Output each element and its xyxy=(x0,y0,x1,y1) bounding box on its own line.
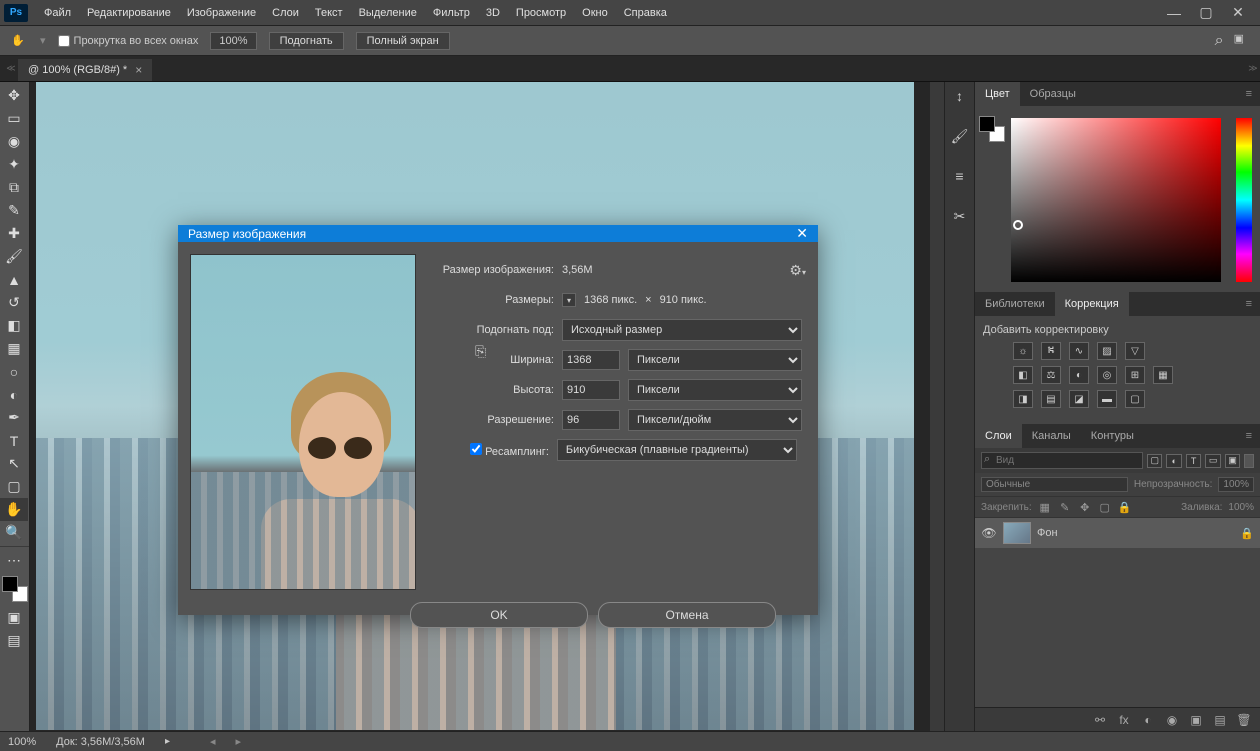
dims-width: 1368 пикс. xyxy=(584,294,637,306)
res-input[interactable] xyxy=(562,410,620,430)
height-unit-select[interactable]: Пиксели xyxy=(628,379,802,401)
dialog-body: Размер изображения: 3,56M ⚙▾ Размеры: ▾ … xyxy=(178,242,818,602)
resample-label: Ресамплинг: xyxy=(485,446,549,458)
link-wh-icon[interactable]: ⎘ xyxy=(475,343,486,360)
dialog-overlay: Размер изображения ✕ Размер изображения:… xyxy=(0,0,1260,751)
fit-select[interactable]: Исходный размер xyxy=(562,319,802,341)
size-label: Размер изображения: xyxy=(436,264,554,276)
dialog-buttons: OK Отмена xyxy=(178,602,818,640)
image-size-dialog: Размер изображения ✕ Размер изображения:… xyxy=(178,225,818,615)
resample-checkbox[interactable] xyxy=(470,443,482,455)
height-input[interactable] xyxy=(562,380,620,400)
height-label: Высота: xyxy=(436,384,554,396)
dims-x: × xyxy=(645,294,651,306)
dialog-title: Размер изображения xyxy=(188,227,306,241)
size-value: 3,56M xyxy=(562,264,593,276)
res-label: Разрешение: xyxy=(436,414,554,426)
foreground-color[interactable] xyxy=(2,576,18,592)
dialog-close-button[interactable]: ✕ xyxy=(796,225,808,242)
resample-wrap: Ресамплинг: xyxy=(436,443,549,458)
ok-button[interactable]: OK xyxy=(410,602,588,628)
gear-icon[interactable]: ⚙▾ xyxy=(789,262,806,279)
dialog-titlebar[interactable]: Размер изображения ✕ xyxy=(178,225,818,242)
resample-select[interactable]: Бикубическая (плавные градиенты) xyxy=(557,439,797,461)
width-label: Ширина: xyxy=(436,354,554,366)
dims-label: Размеры: xyxy=(436,294,554,306)
dialog-form: Размер изображения: 3,56M ⚙▾ Размеры: ▾ … xyxy=(436,254,806,590)
dims-dropdown[interactable]: ▾ xyxy=(562,293,576,307)
cancel-button[interactable]: Отмена xyxy=(598,602,776,628)
width-unit-select[interactable]: Пиксели xyxy=(628,349,802,371)
dims-height: 910 пикс. xyxy=(660,294,707,306)
fit-label: Подогнать под: xyxy=(436,324,554,336)
dialog-preview xyxy=(190,254,416,590)
width-input[interactable] xyxy=(562,350,620,370)
res-unit-select[interactable]: Пиксели/дюйм xyxy=(628,409,802,431)
